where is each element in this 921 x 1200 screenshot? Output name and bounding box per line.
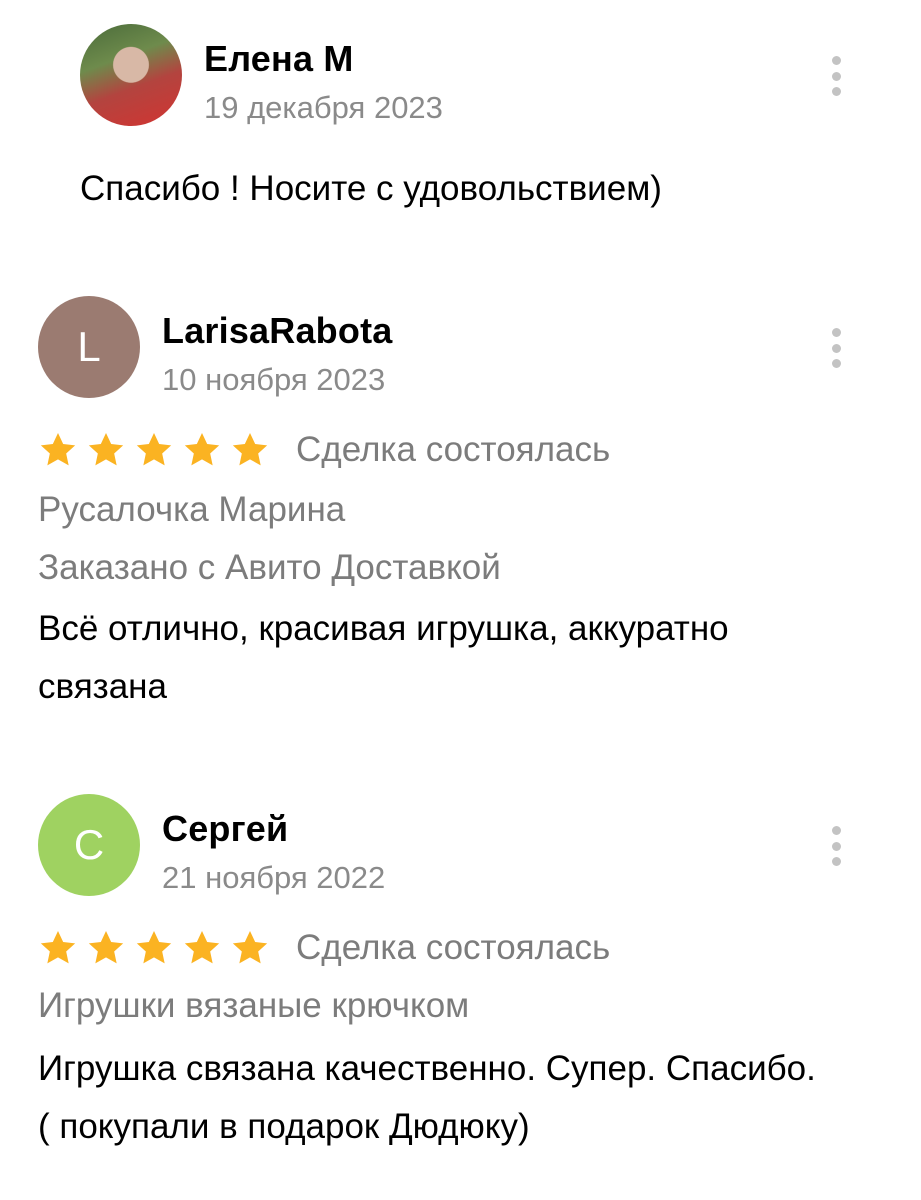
- star-icon: [134, 430, 174, 470]
- review-card: L LarisaRabota 10 ноября 2023 Сделка сос…: [0, 290, 921, 730]
- review-author-name[interactable]: Елена М: [204, 38, 354, 80]
- more-vertical-icon[interactable]: [826, 328, 846, 368]
- deal-status: Сделка состоялась: [296, 928, 611, 967]
- review-text: Спасибо ! Носите с удовольствием): [80, 169, 662, 208]
- star-icon: [230, 430, 270, 470]
- delivery-note: Заказано с Авито Доставкой: [38, 548, 501, 587]
- star-icon: [182, 430, 222, 470]
- review-item-title[interactable]: Русалочка Марина: [38, 490, 345, 530]
- avatar[interactable]: [80, 24, 182, 126]
- star-icon: [86, 430, 126, 470]
- review-text: Игрушка связана качественно. Супер. Спас…: [38, 1049, 816, 1146]
- review-card: Елена М 19 декабря 2023 Спасибо ! Носите…: [0, 0, 921, 250]
- rating-stars: [38, 430, 270, 470]
- review-date: 19 декабря 2023: [204, 90, 443, 125]
- avatar-letter: L: [77, 323, 101, 370]
- star-icon: [38, 430, 78, 470]
- avatar[interactable]: С: [38, 794, 140, 896]
- star-icon: [86, 928, 126, 968]
- more-vertical-icon[interactable]: [826, 56, 846, 96]
- star-icon: [134, 928, 174, 968]
- review-date: 10 ноября 2023: [162, 362, 386, 397]
- review-author-name[interactable]: Сергей: [162, 808, 288, 850]
- review-author-name[interactable]: LarisaRabota: [162, 310, 392, 352]
- star-icon: [38, 928, 78, 968]
- review-date: 21 ноября 2022: [162, 860, 386, 895]
- avatar-letter: С: [73, 821, 105, 868]
- review-item-title[interactable]: Игрушки вязаные крючком: [38, 986, 469, 1026]
- star-icon: [230, 928, 270, 968]
- star-icon: [182, 928, 222, 968]
- more-vertical-icon[interactable]: [826, 826, 846, 866]
- deal-status: Сделка состоялась: [296, 430, 611, 469]
- avatar[interactable]: L: [38, 296, 140, 398]
- review-text: Всё отлично, красивая игрушка, аккуратно…: [38, 609, 729, 706]
- review-card: С Сергей 21 ноября 2022 Сделка состоялас…: [0, 790, 921, 1190]
- rating-stars: [38, 928, 270, 968]
